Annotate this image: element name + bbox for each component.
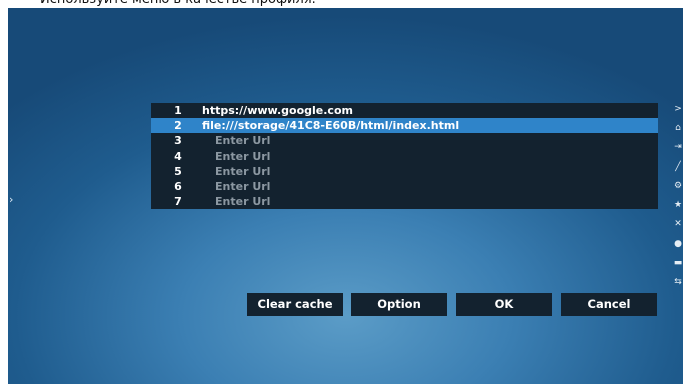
- url-row-1[interactable]: 1 https://www.google.com: [151, 103, 658, 118]
- cancel-button[interactable]: Cancel: [561, 293, 657, 316]
- row-number: 5: [174, 164, 182, 178]
- info-icon[interactable]: ●: [672, 239, 683, 250]
- row-number: 7: [174, 195, 182, 209]
- ok-button[interactable]: OK: [456, 293, 552, 316]
- url-row-7[interactable]: 7 Enter Url: [151, 194, 658, 209]
- row-number: 6: [174, 179, 182, 193]
- star-icon[interactable]: ★: [672, 200, 683, 211]
- tools-icon[interactable]: ✕: [672, 219, 683, 230]
- url-text: https://www.google.com: [202, 104, 353, 117]
- instruction-caption: Используйте меню в качестве профиля.: [40, 0, 316, 8]
- row-number: 2: [174, 119, 182, 133]
- url-row-3[interactable]: 3 Enter Url: [151, 133, 658, 148]
- url-row-6[interactable]: 6 Enter Url: [151, 179, 658, 194]
- row-number: 1: [174, 104, 182, 117]
- signage-screen: › 1 https://www.google.com 2 file:///sto…: [8, 8, 683, 384]
- url-placeholder: Enter Url: [215, 164, 271, 178]
- home-icon[interactable]: ⌂: [672, 123, 683, 134]
- side-toolbar: > ⌂ ⇥ ╱ ⚙ ★ ✕ ● ▬ ⇆: [672, 104, 683, 288]
- option-button[interactable]: Option: [351, 293, 447, 316]
- url-row-2[interactable]: 2 file:///storage/41C8-E60B/html/index.h…: [151, 118, 658, 134]
- url-placeholder: Enter Url: [215, 179, 271, 193]
- input-icon[interactable]: ⇥: [672, 142, 683, 153]
- url-text: file:///storage/41C8-E60B/html/index.htm…: [202, 119, 460, 133]
- swap-icon[interactable]: ⇆: [672, 277, 683, 288]
- clear-cache-button[interactable]: Clear cache: [247, 293, 343, 316]
- gear-icon[interactable]: ⚙: [672, 181, 683, 192]
- url-placeholder: Enter Url: [215, 195, 271, 209]
- row-number: 3: [174, 134, 182, 148]
- url-list[interactable]: 1 https://www.google.com 2 file:///stora…: [151, 103, 658, 209]
- usb-icon[interactable]: ▬: [672, 258, 683, 269]
- chevron-right-icon[interactable]: ›: [9, 193, 13, 206]
- pen-icon[interactable]: ╱: [672, 162, 683, 173]
- url-row-5[interactable]: 5 Enter Url: [151, 164, 658, 179]
- url-placeholder: Enter Url: [215, 149, 271, 163]
- url-placeholder: Enter Url: [215, 134, 271, 148]
- row-number: 4: [174, 149, 182, 163]
- url-row-4[interactable]: 4 Enter Url: [151, 149, 658, 164]
- chevron-right-icon[interactable]: >: [672, 104, 683, 115]
